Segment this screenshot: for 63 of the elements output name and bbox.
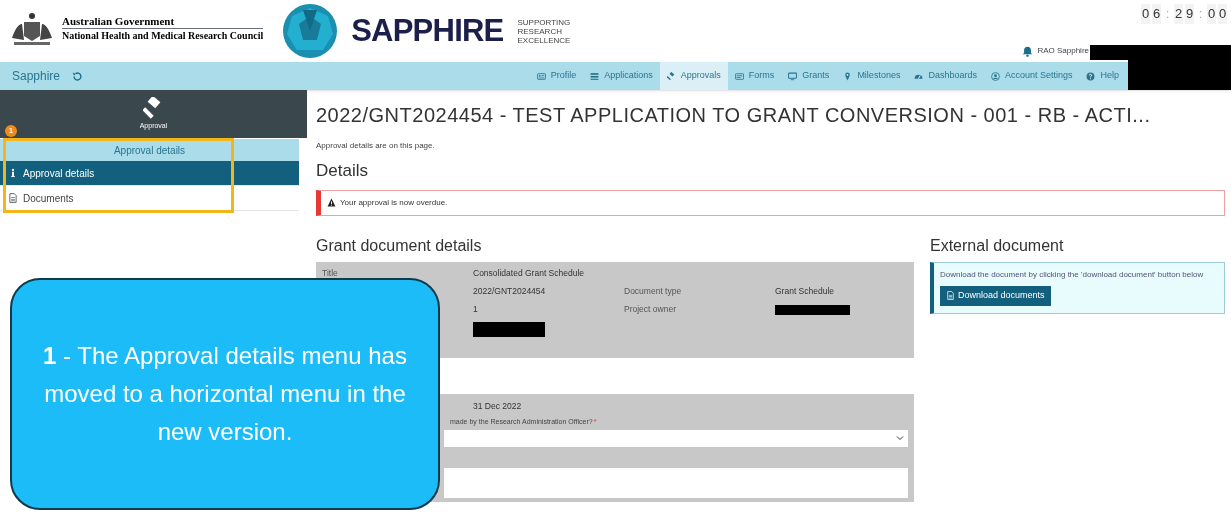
document-icon xyxy=(946,291,955,300)
info-text: Download the document by clicking the 'download document' button below xyxy=(940,268,1205,281)
government-name: Australian Government xyxy=(62,13,264,29)
map-pin-icon xyxy=(843,71,853,81)
page-title: 2022/GNT2024454 - TEST APPLICATION TO GRANT CONVERSION - 001 - RB - ACTI... xyxy=(316,103,1152,128)
callout-text: 1 - The Approval details menu has moved to a horizontal menu in the new version. xyxy=(10,278,440,510)
section-heading: External document xyxy=(930,235,1065,256)
nav-tab[interactable]: Help xyxy=(1079,62,1126,90)
timer-digit: 0 xyxy=(1141,4,1150,24)
bell-icon xyxy=(1022,45,1034,57)
download-button[interactable]: Download documents xyxy=(940,285,1051,306)
list-icon xyxy=(590,71,600,81)
council-name: National Health and Medical Research Council xyxy=(62,28,264,43)
tagline-text: EXCELLENCE xyxy=(517,35,571,45)
field-label: Title xyxy=(322,267,339,280)
timer-separator: : xyxy=(1197,5,1204,23)
section-heading: Grant document details xyxy=(316,235,483,256)
field-label: Document type xyxy=(624,285,683,298)
user-circle-icon xyxy=(990,71,1000,81)
redaction-block xyxy=(473,321,545,337)
history-icon xyxy=(72,70,84,82)
nav-tab[interactable]: Account Settings xyxy=(983,62,1080,90)
timer-separator: : xyxy=(1164,5,1171,23)
alert-text: Your approval is now overdue. xyxy=(340,196,448,209)
help-icon xyxy=(1086,71,1096,81)
nav-tab[interactable]: Forms xyxy=(727,62,782,90)
field-label: Project owner xyxy=(624,303,677,316)
chevron-down-icon xyxy=(896,434,904,443)
timer-digit: 0 xyxy=(1207,4,1216,24)
sidebar-item[interactable]: Approval details xyxy=(0,161,299,186)
timer-digit: 2 xyxy=(1174,4,1183,24)
field-value: 2022/GNT2024454 xyxy=(473,285,547,298)
nav-tab[interactable]: Approvals xyxy=(659,62,728,90)
timer-digit: 6 xyxy=(1152,4,1161,24)
home-link[interactable]: Sapphire xyxy=(12,67,61,85)
tagline-text: RESEARCH xyxy=(517,26,563,36)
gavel-icon xyxy=(666,71,676,81)
nav-tab[interactable]: Profile xyxy=(529,62,584,90)
text-area-field[interactable] xyxy=(444,467,908,498)
timer-digit: 9 xyxy=(1185,4,1194,24)
user-name: RAO Sapphire xyxy=(1037,45,1089,57)
gem-logo xyxy=(283,4,338,58)
brand-name: SAPPHIRE xyxy=(351,11,504,50)
section-header: Approval details xyxy=(0,139,299,161)
select-field[interactable] xyxy=(444,429,908,447)
monitor-icon xyxy=(788,71,798,81)
nav-tab[interactable]: Milestones xyxy=(836,62,908,90)
nav-tab[interactable]: Applications xyxy=(583,62,660,90)
tagline-text: SUPPORTING xyxy=(517,17,571,27)
document-icon xyxy=(8,193,18,203)
timer-digit: 0 xyxy=(1218,4,1227,24)
id-card-icon xyxy=(536,71,546,81)
field-value: Consolidated Grant Schedule xyxy=(473,267,586,280)
field-value: Grant Schedule xyxy=(775,285,835,298)
field-value: 31 Dec 2022 xyxy=(473,399,522,413)
intro-text: Approval details are on this page. xyxy=(316,140,436,152)
field-value: 1 xyxy=(473,303,479,316)
warning-icon xyxy=(327,198,336,207)
nav-tab[interactable]: Grants xyxy=(781,62,837,90)
nav-tab[interactable]: Dashboards xyxy=(907,62,984,90)
section-heading: Details xyxy=(316,160,369,182)
form-icon xyxy=(734,71,744,81)
info-icon xyxy=(8,168,18,178)
